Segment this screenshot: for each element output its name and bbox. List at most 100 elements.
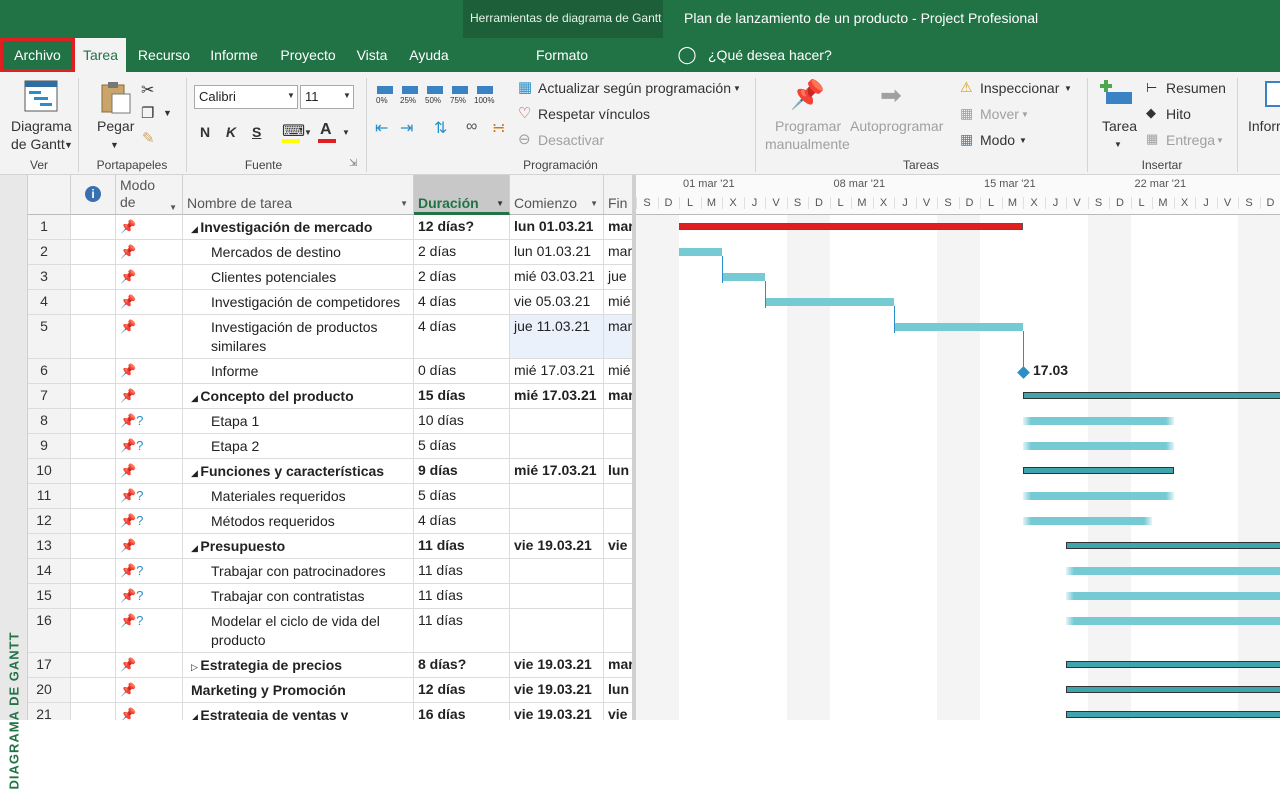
tab-ayuda[interactable]: Ayuda bbox=[400, 38, 458, 72]
start-cell[interactable] bbox=[510, 509, 604, 533]
table-row[interactable]: 13📌◢ Presupuesto11 díasvie 19.03.21vie bbox=[28, 534, 632, 559]
information-icon[interactable] bbox=[1264, 80, 1280, 108]
duration-cell[interactable]: 11 días bbox=[414, 584, 510, 608]
table-row[interactable]: 21📌◢ Estrategia de ventas y16 díasvie 19… bbox=[28, 703, 632, 720]
end-cell[interactable] bbox=[604, 434, 632, 458]
pct-25-icon[interactable] bbox=[402, 86, 418, 94]
task-name-cell[interactable]: ◢ Estrategia de ventas y bbox=[183, 703, 414, 720]
duration-cell[interactable]: 2 días bbox=[414, 265, 510, 289]
start-cell[interactable] bbox=[510, 609, 604, 652]
header-duration-dropdown-icon[interactable]: ▼ bbox=[496, 199, 504, 208]
summary-task-bar[interactable] bbox=[1066, 661, 1280, 668]
table-row[interactable]: 15📌?Trabajar con contratistas11 días bbox=[28, 584, 632, 609]
end-cell[interactable] bbox=[604, 484, 632, 508]
pct-100-icon[interactable] bbox=[477, 86, 493, 94]
font-size-dropdown-icon[interactable]: ▼ bbox=[343, 91, 351, 100]
start-cell[interactable] bbox=[510, 584, 604, 608]
table-row[interactable]: 14📌?Trabajar con patrocinadores11 días bbox=[28, 559, 632, 584]
task-bar[interactable] bbox=[1023, 417, 1174, 425]
end-cell[interactable]: mar bbox=[604, 215, 632, 239]
end-cell[interactable]: mar bbox=[604, 240, 632, 264]
update-schedule-dropdown-icon[interactable]: ▼ bbox=[733, 84, 741, 93]
table-row[interactable]: 6📌Informe0 díasmié 17.03.21mié bbox=[28, 359, 632, 384]
duration-cell[interactable]: 2 días bbox=[414, 240, 510, 264]
task-bar[interactable] bbox=[765, 298, 894, 306]
task-name-cell[interactable]: ▷ Estrategia de precios bbox=[183, 653, 414, 677]
table-row[interactable]: 12📌?Métodos requeridos4 días bbox=[28, 509, 632, 534]
task-name-cell[interactable]: Investigación de productos similares bbox=[183, 315, 414, 358]
mode-cell[interactable]: 📌 bbox=[116, 359, 183, 383]
copy-icon[interactable]: ❐ bbox=[141, 104, 154, 122]
end-cell[interactable]: mar bbox=[604, 384, 632, 408]
start-cell[interactable]: vie 19.03.21 bbox=[510, 653, 604, 677]
summary-task-bar[interactable] bbox=[1023, 392, 1280, 399]
table-row[interactable]: 8📌?Etapa 110 días bbox=[28, 409, 632, 434]
mode-cell[interactable]: 📌 bbox=[116, 240, 183, 264]
start-cell[interactable]: mié 03.03.21 bbox=[510, 265, 604, 289]
collapse-toggle-icon[interactable]: ◢ bbox=[191, 543, 200, 553]
task-bar[interactable] bbox=[722, 273, 765, 281]
tab-informe[interactable]: Informe bbox=[200, 38, 268, 72]
paste-button[interactable]: Pegar bbox=[97, 118, 134, 134]
end-cell[interactable] bbox=[604, 409, 632, 433]
summary-task-bar[interactable] bbox=[1066, 542, 1280, 549]
tab-archivo[interactable]: Archivo bbox=[0, 38, 75, 72]
end-cell[interactable]: jue bbox=[604, 265, 632, 289]
start-cell[interactable]: lun 01.03.21 bbox=[510, 240, 604, 264]
summary-task-bar[interactable] bbox=[679, 223, 1023, 230]
mode-cell[interactable]: 📌 bbox=[116, 703, 183, 720]
bold-button[interactable]: N bbox=[200, 124, 210, 140]
duration-cell[interactable]: 0 días bbox=[414, 359, 510, 383]
task-bar[interactable] bbox=[679, 248, 722, 256]
milestone-button[interactable]: Hito bbox=[1166, 106, 1191, 122]
header-duration[interactable]: Duración ▼ bbox=[414, 175, 510, 215]
mode-cell[interactable]: 📌? bbox=[116, 509, 183, 533]
gantt-view-dropdown-icon[interactable]: ▼ bbox=[64, 140, 73, 150]
task-name-cell[interactable]: Informe bbox=[183, 359, 414, 383]
font-name-dropdown-icon[interactable]: ▼ bbox=[287, 91, 295, 100]
gantt-chart-icon[interactable] bbox=[24, 80, 58, 112]
summary-task-bar[interactable] bbox=[1066, 686, 1280, 693]
tab-proyecto[interactable]: Proyecto bbox=[272, 38, 344, 72]
information-button[interactable]: Inforr bbox=[1248, 118, 1280, 134]
task-bar[interactable] bbox=[1066, 592, 1280, 600]
end-cell[interactable]: lun bbox=[604, 459, 632, 483]
duration-cell[interactable]: 15 días bbox=[414, 384, 510, 408]
duration-cell[interactable]: 5 días bbox=[414, 484, 510, 508]
font-name-select[interactable]: Calibri bbox=[194, 85, 298, 109]
task-bar[interactable] bbox=[894, 323, 1023, 331]
pct-50-icon[interactable] bbox=[427, 86, 443, 94]
mode-cell[interactable]: 📌? bbox=[116, 484, 183, 508]
task-name-cell[interactable]: Modelar el ciclo de vida del producto bbox=[183, 609, 414, 652]
task-name-cell[interactable]: Etapa 2 bbox=[183, 434, 414, 458]
task-name-cell[interactable]: ◢ Concepto del producto bbox=[183, 384, 414, 408]
tab-formato[interactable]: Formato bbox=[522, 38, 602, 72]
duration-cell[interactable]: 4 días bbox=[414, 290, 510, 314]
mode-cell[interactable]: 📌 bbox=[116, 265, 183, 289]
duration-cell[interactable]: 12 días bbox=[414, 678, 510, 702]
pct-0-icon[interactable] bbox=[377, 86, 393, 94]
duration-cell[interactable]: 5 días bbox=[414, 434, 510, 458]
start-cell[interactable] bbox=[510, 409, 604, 433]
end-cell[interactable]: mié bbox=[604, 359, 632, 383]
tab-recurso[interactable]: Recurso bbox=[130, 38, 198, 72]
inspect-button[interactable]: Inspeccionar bbox=[980, 80, 1059, 96]
mode-cell[interactable]: 📌 bbox=[116, 678, 183, 702]
inspect-dropdown-icon[interactable]: ▼ bbox=[1064, 84, 1072, 93]
duration-cell[interactable]: 12 días? bbox=[414, 215, 510, 239]
mode-cell[interactable]: 📌? bbox=[116, 559, 183, 583]
font-dialog-launcher-icon[interactable]: ⇲ bbox=[349, 158, 357, 169]
table-row[interactable]: 7📌◢ Concepto del producto15 díasmié 17.0… bbox=[28, 384, 632, 409]
unlink-tasks-icon[interactable]: ∺ bbox=[492, 118, 505, 138]
mode-cell[interactable]: 📌 bbox=[116, 534, 183, 558]
indent-icon[interactable]: ⇥ bbox=[400, 118, 413, 138]
duration-cell[interactable]: 8 días? bbox=[414, 653, 510, 677]
mode-cell[interactable]: 📌 bbox=[116, 315, 183, 358]
start-cell[interactable]: vie 05.03.21 bbox=[510, 290, 604, 314]
collapse-toggle-icon[interactable]: ◢ bbox=[191, 712, 200, 720]
end-cell[interactable] bbox=[604, 509, 632, 533]
start-cell[interactable]: vie 19.03.21 bbox=[510, 703, 604, 720]
mode-dropdown-icon[interactable]: ▼ bbox=[1019, 136, 1027, 145]
update-schedule-button[interactable]: Actualizar según programación bbox=[538, 80, 731, 96]
table-row[interactable]: 5📌Investigación de productos similares4 … bbox=[28, 315, 632, 359]
